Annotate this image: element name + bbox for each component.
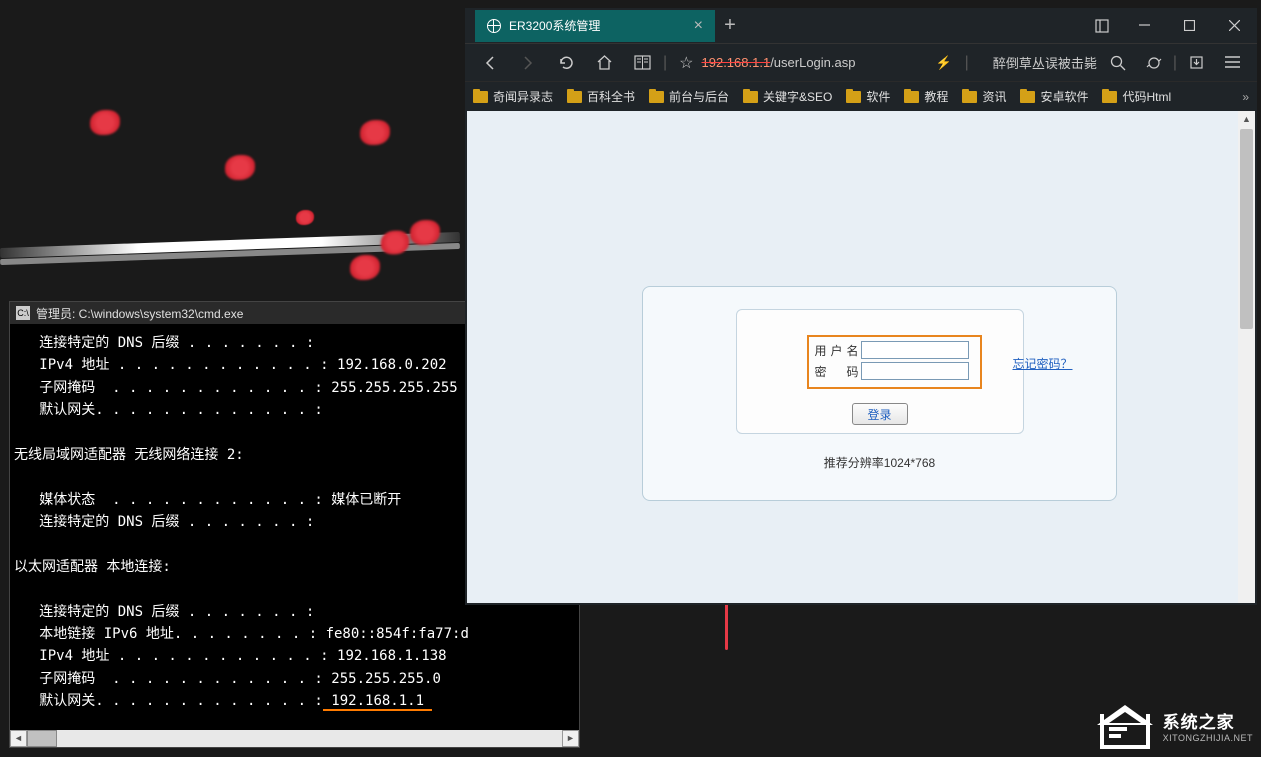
scroll-left-button[interactable]: ◄ <box>10 730 27 747</box>
forward-button[interactable] <box>511 48 545 78</box>
bookmark-folder[interactable]: 安卓软件 <box>1020 88 1088 105</box>
scroll-thumb[interactable] <box>27 730 57 747</box>
username-input[interactable] <box>861 341 969 359</box>
url-path: /userLogin.asp <box>770 55 855 70</box>
username-label: 用户名 <box>815 342 861 359</box>
folder-icon <box>473 91 488 103</box>
lightning-icon[interactable]: ⚡ <box>927 48 961 78</box>
bookmark-folder[interactable]: 资讯 <box>962 88 1006 105</box>
blossom-art <box>296 210 314 225</box>
watermark-text: 系统之家 XITONGZHIJIA.NET <box>1163 708 1253 743</box>
scroll-thumb[interactable] <box>1240 129 1253 329</box>
bookmarks-overflow-button[interactable]: » <box>1242 90 1249 104</box>
new-tab-button[interactable]: + <box>715 11 745 41</box>
cmd-horizontal-scrollbar[interactable]: ◄ ► <box>10 730 579 747</box>
scroll-track[interactable] <box>27 730 562 747</box>
watermark-logo: 系统之家 XITONGZHIJIA.NET <box>1095 701 1253 749</box>
login-button[interactable]: 登录 <box>852 403 908 425</box>
bookmark-folder[interactable]: 前台与后台 <box>649 88 729 105</box>
close-window-button[interactable] <box>1212 11 1257 41</box>
blossom-art <box>410 220 440 245</box>
scroll-right-button[interactable]: ► <box>562 730 579 747</box>
cmd-title: 管理员: C:\windows\system32\cmd.exe <box>36 305 243 322</box>
resolution-hint: 推荐分辨率1024*768 <box>665 454 1094 471</box>
cmd-line: IPv4 地址 . . . . . . . . . . . . : 192.16… <box>14 645 575 667</box>
browser-vertical-scrollbar[interactable]: ▲ <box>1238 111 1255 603</box>
menu-button[interactable] <box>1215 48 1249 78</box>
minimize-button[interactable] <box>1122 11 1167 41</box>
browser-window: ER3200系统管理 × + <box>465 8 1257 605</box>
folder-icon <box>649 91 664 103</box>
browser-tabbar: ER3200系统管理 × + <box>465 8 1257 43</box>
folder-icon <box>904 91 919 103</box>
home-button[interactable] <box>587 48 621 78</box>
cmd-line: 子网掩码 . . . . . . . . . . . . : 255.255.2… <box>14 668 575 690</box>
cmd-line: 默认网关. . . . . . . . . . . . . : 192.168.… <box>14 690 575 712</box>
folder-icon <box>1020 91 1035 103</box>
folder-icon <box>743 91 758 103</box>
download-icon[interactable] <box>1179 48 1213 78</box>
search-icon[interactable] <box>1101 48 1135 78</box>
password-label: 密 码 <box>815 363 861 380</box>
blossom-art <box>360 120 390 145</box>
scroll-up-button[interactable]: ▲ <box>1238 111 1255 128</box>
default-gateway-highlighted: 192.168.1.1 <box>323 693 433 711</box>
favorite-star-icon[interactable]: ☆ <box>679 53 693 73</box>
sync-icon[interactable] <box>1137 48 1171 78</box>
blossom-art <box>350 255 380 280</box>
globe-icon <box>487 19 501 33</box>
bookmark-folder[interactable]: 百科全书 <box>567 88 635 105</box>
bookmark-folder[interactable]: 奇闻异录志 <box>473 88 553 105</box>
bookmark-folder[interactable]: 关键字&SEO <box>743 88 832 105</box>
folder-icon <box>1102 91 1117 103</box>
refresh-button[interactable] <box>549 48 583 78</box>
reading-view-button[interactable] <box>625 48 659 78</box>
blossom-art <box>225 155 255 180</box>
browser-tab-active[interactable]: ER3200系统管理 × <box>475 10 715 42</box>
red-line-art <box>725 600 728 650</box>
folder-icon <box>962 91 977 103</box>
folder-icon <box>567 91 582 103</box>
login-panel: 用户名 密 码 忘记密码？ 登录 推荐分辨率1024*768 <box>642 286 1117 501</box>
bookmark-folder[interactable]: 代码Html <box>1102 88 1171 105</box>
browser-address-bar: | ☆ 192.168.1.1/userLogin.asp ⚡ | 醉倒草丛误被… <box>465 43 1257 81</box>
browser-page-content: 用户名 密 码 忘记密码？ 登录 推荐分辨率1024*768 ▲ <box>465 111 1257 605</box>
close-tab-button[interactable]: × <box>694 17 703 35</box>
cmd-line: 本地链接 IPv6 地址. . . . . . . . : fe80::854f… <box>14 623 575 645</box>
forgot-password-link[interactable]: 忘记密码？ <box>1012 355 1072 372</box>
sidebar-toggle-icon[interactable] <box>1082 11 1122 41</box>
login-highlight-box: 用户名 密 码 <box>807 335 982 389</box>
bookmark-folder[interactable]: 软件 <box>846 88 890 105</box>
back-button[interactable] <box>473 48 507 78</box>
bookmark-folder[interactable]: 教程 <box>904 88 948 105</box>
blossom-art <box>381 231 410 255</box>
cmd-icon: C:\ <box>16 306 30 320</box>
bookmarks-bar: 奇闻异录志 百科全书 前台与后台 关键字&SEO 软件 教程 资讯 安卓软件 代… <box>465 81 1257 111</box>
browser-motto-text: 醉倒草丛误被击毙 <box>993 53 1097 72</box>
login-form: 用户名 密 码 忘记密码？ 登录 <box>736 309 1024 434</box>
blossom-art <box>90 110 120 135</box>
house-icon <box>1095 701 1155 749</box>
tab-title: ER3200系统管理 <box>509 17 600 34</box>
url-field[interactable]: ☆ 192.168.1.1/userLogin.asp <box>671 53 923 73</box>
password-input[interactable] <box>861 362 969 380</box>
url-host: 192.168.1.1 <box>702 55 771 70</box>
folder-icon <box>846 91 861 103</box>
maximize-button[interactable] <box>1167 11 1212 41</box>
